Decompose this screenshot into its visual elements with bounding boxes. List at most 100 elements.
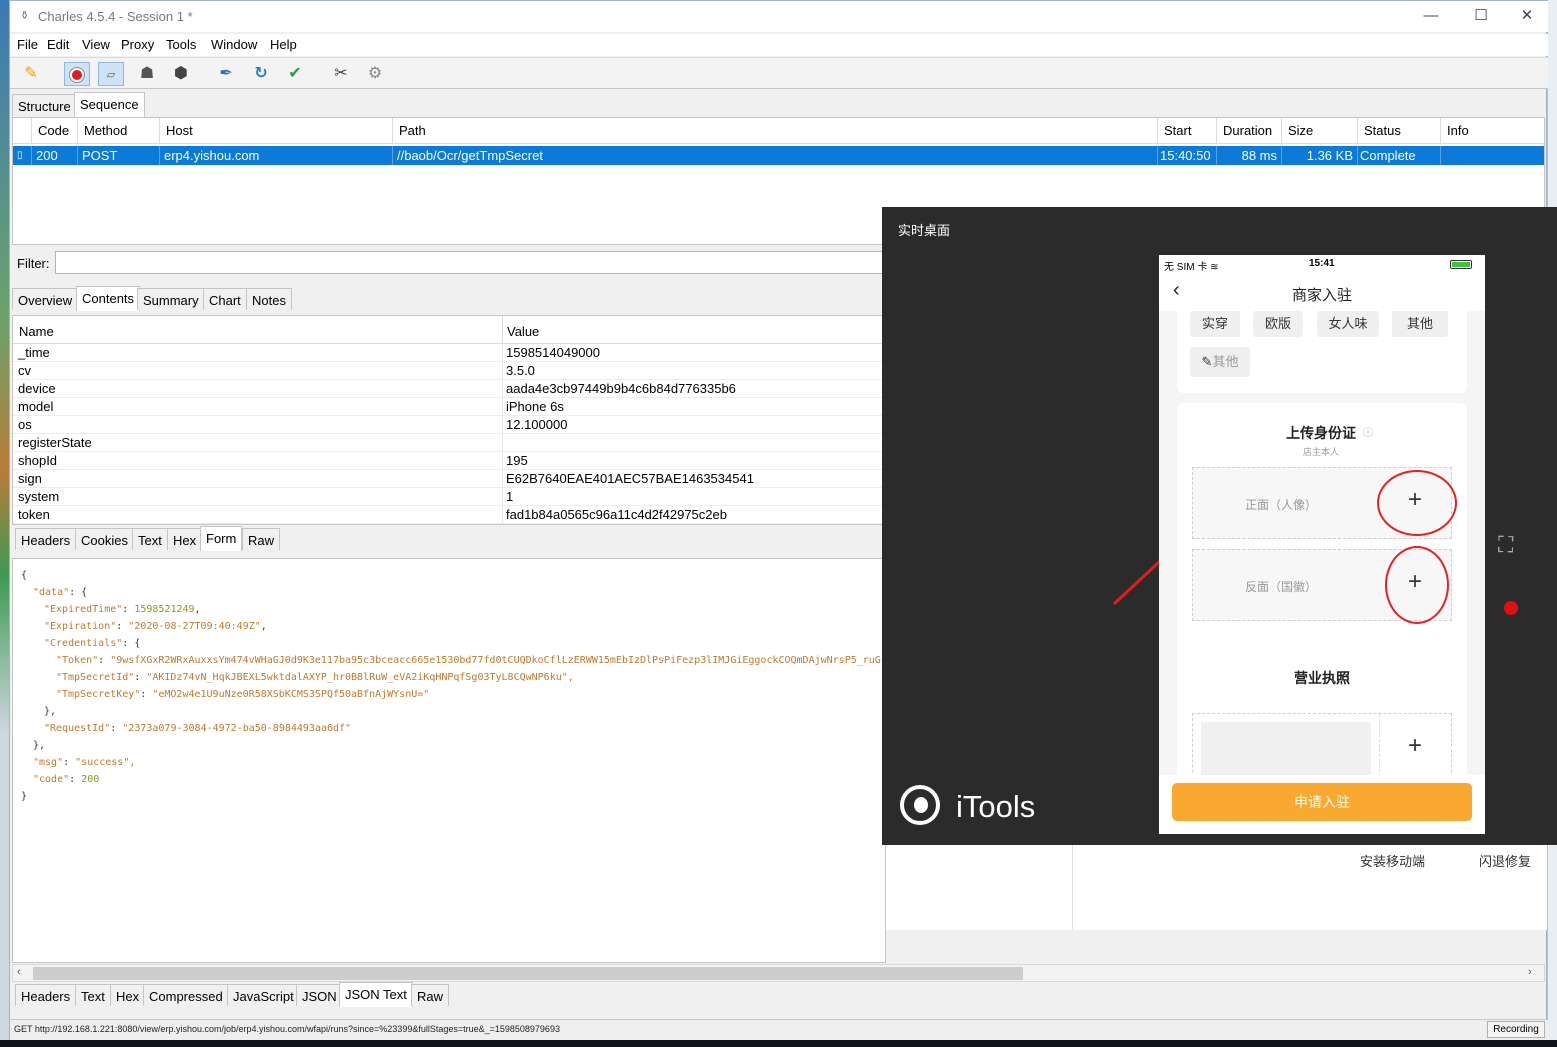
tag-option[interactable]: 女人味 <box>1317 311 1379 337</box>
fullscreen-icon[interactable]: ⛶ <box>1498 532 1513 558</box>
param-row[interactable]: cv 3.5.0 <box>13 362 885 380</box>
col-info[interactable]: Info <box>1441 118 1544 144</box>
param-row[interactable]: registerState <box>13 434 885 452</box>
param-value: 12.100000 <box>506 417 568 432</box>
id-front-upload[interactable]: 正面（人像） + <box>1192 467 1457 539</box>
tab-req-raw[interactable]: Raw <box>242 528 281 550</box>
settings-gear-icon[interactable]: ⚙ <box>362 62 388 86</box>
param-name: os <box>18 417 32 432</box>
col-host[interactable]: Host <box>160 118 393 144</box>
tab-sequence[interactable]: Sequence <box>74 92 145 117</box>
col-method[interactable]: Method <box>78 118 160 144</box>
tab-req-cookies[interactable]: Cookies <box>75 528 134 550</box>
tab-notes[interactable]: Notes <box>246 288 292 310</box>
param-row[interactable]: sign E62B7640EAE401AEC57BAE1463534541 <box>13 470 885 488</box>
col-name[interactable]: Name <box>19 324 54 339</box>
turtle-icon[interactable]: ☗ <box>134 62 160 86</box>
param-row[interactable]: system 1 <box>13 488 885 506</box>
tab-structure[interactable]: Structure <box>12 94 77 116</box>
table-row[interactable]: ▯ 200 POST erp4.yishou.com //baob/Ocr/ge… <box>13 146 1544 165</box>
param-row[interactable]: model iPhone 6s <box>13 398 885 416</box>
menu-view[interactable]: View <box>82 37 110 52</box>
menu-help[interactable]: Help <box>270 37 297 52</box>
col-value[interactable]: Value <box>507 324 539 339</box>
json-line: "data": { <box>33 587 88 598</box>
tab-chart[interactable]: Chart <box>203 288 247 310</box>
param-row[interactable]: _time 1598514049000 <box>13 344 885 362</box>
license-upload[interactable]: + <box>1192 713 1452 783</box>
image-placeholder-icon <box>1201 722 1371 778</box>
col-start[interactable]: Start <box>1158 118 1217 144</box>
recording-badge[interactable]: Recording <box>1487 1021 1545 1038</box>
param-row[interactable]: token fad1b84a0565c96a11c4d2f42975c2eb <box>13 506 885 524</box>
cell-start: 15:40:50 <box>1158 146 1217 165</box>
plus-icon[interactable]: + <box>1408 732 1422 760</box>
id-back-upload[interactable]: 反面（国徽） + <box>1192 546 1452 624</box>
menu-edit[interactable]: Edit <box>47 37 69 52</box>
broom-icon[interactable]: ✎ <box>18 62 44 86</box>
tab-resp-json-text[interactable]: JSON Text <box>339 982 413 1007</box>
itools-brand: iTools <box>956 789 1036 824</box>
scrollbar-thumb[interactable] <box>33 967 1023 980</box>
tab-req-hex[interactable]: Hex <box>167 528 203 550</box>
record-indicator[interactable] <box>1504 601 1518 615</box>
col-duration[interactable]: Duration <box>1217 118 1282 144</box>
col-size[interactable]: Size <box>1282 118 1358 144</box>
menu-tools[interactable]: Tools <box>166 37 196 52</box>
scroll-left-icon[interactable]: ‹ <box>17 966 21 978</box>
tab-req-headers[interactable]: Headers <box>15 528 77 550</box>
tab-overview[interactable]: Overview <box>12 288 79 310</box>
refresh-icon[interactable]: ↻ <box>248 62 274 86</box>
tab-resp-raw[interactable]: Raw <box>411 984 450 1006</box>
close-button[interactable]: ✕ <box>1504 5 1550 29</box>
tab-summary[interactable]: Summary <box>137 288 205 310</box>
menu-file[interactable]: File <box>17 37 38 52</box>
info-icon[interactable]: ⓘ <box>1363 424 1373 439</box>
filter-input[interactable] <box>55 251 885 274</box>
stop-icon[interactable]: ⬢ <box>168 62 194 86</box>
param-row[interactable]: shopId 195 <box>13 452 885 470</box>
col-path[interactable]: Path <box>393 118 1158 144</box>
install-mobile-link[interactable]: 安装移动端 <box>1360 851 1425 870</box>
back-icon[interactable]: ‹ <box>1173 279 1180 302</box>
validate-check-icon[interactable]: ✔ <box>282 62 308 86</box>
throttle-icon[interactable]: ⏥ <box>98 62 124 86</box>
tab-resp-javascript[interactable]: JavaScript <box>227 984 300 1006</box>
tag-option[interactable]: 其他 <box>1392 311 1448 337</box>
tab-resp-hex[interactable]: Hex <box>110 984 146 1006</box>
param-row[interactable]: os 12.100000 <box>13 416 885 434</box>
wifi-icon: ≋ <box>1210 262 1219 273</box>
tab-req-text[interactable]: Text <box>132 528 168 550</box>
tab-contents[interactable]: Contents <box>76 286 141 311</box>
itools-footer-panel: 安装移动端 闪退修复 <box>886 845 1547 930</box>
param-row[interactable]: device aada4e3cb97449b9b4c6b84d776335b6 <box>13 380 885 398</box>
id-upload-title: 上传身份证 <box>1286 425 1356 441</box>
param-name: system <box>18 489 60 504</box>
apply-button[interactable]: 申请入驻 <box>1172 783 1472 821</box>
record-button[interactable] <box>64 62 90 86</box>
tab-req-form[interactable]: Form <box>200 526 243 551</box>
battery-icon <box>1450 260 1472 269</box>
edit-icon: ✎ <box>1201 354 1213 369</box>
document-icon: ▯ <box>13 146 32 165</box>
tab-resp-headers[interactable]: Headers <box>15 984 77 1006</box>
menu-window[interactable]: Window <box>211 37 257 52</box>
horizontal-scrollbar[interactable]: ‹ › <box>12 964 1545 982</box>
crash-repair-link[interactable]: 闪退修复 <box>1479 851 1531 870</box>
tab-resp-compressed[interactable]: Compressed <box>143 984 229 1006</box>
scroll-right-icon[interactable]: › <box>1528 966 1532 978</box>
tag-option[interactable]: 实穿 <box>1190 311 1240 337</box>
json-line: "TmpSecretKey": "eMO2w4e1U9uNze0R58XSbKC… <box>56 689 430 700</box>
maximize-button[interactable]: ☐ <box>1458 5 1504 29</box>
minimize-button[interactable]: — <box>1408 5 1454 29</box>
tab-resp-text[interactable]: Text <box>75 984 111 1006</box>
id-upload-subtitle: 店主本人 <box>1303 447 1340 457</box>
tab-resp-json[interactable]: JSON <box>296 984 343 1006</box>
compose-pen-icon[interactable]: ✒ <box>213 62 239 86</box>
menu-proxy[interactable]: Proxy <box>121 37 154 52</box>
col-code[interactable]: Code <box>32 118 78 144</box>
col-status[interactable]: Status <box>1358 118 1441 144</box>
custom-tag-button[interactable]: ✎其他 <box>1190 347 1250 377</box>
tools-icon[interactable]: ✂ <box>328 62 354 86</box>
tag-option[interactable]: 欧版 <box>1253 311 1303 337</box>
